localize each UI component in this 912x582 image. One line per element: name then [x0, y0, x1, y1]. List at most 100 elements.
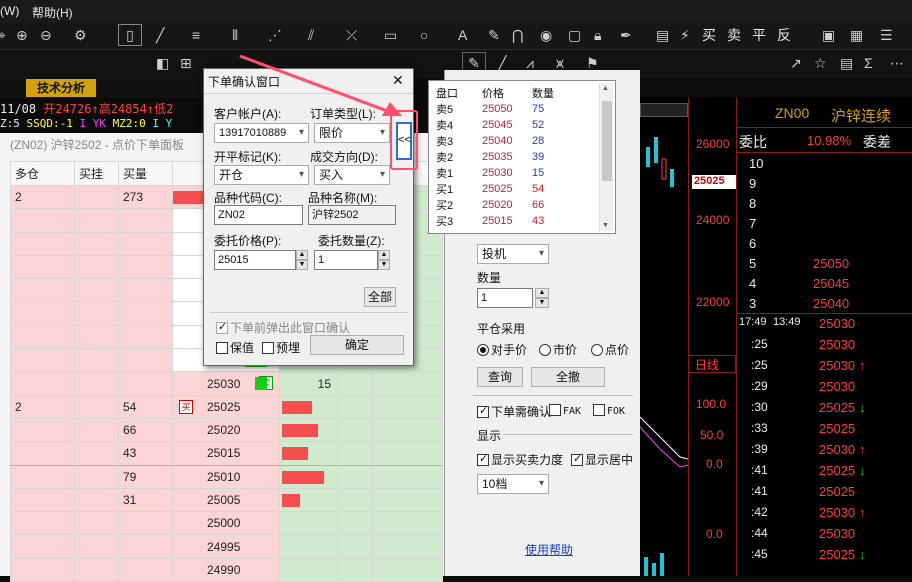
- depth-row[interactable]: 买2 25020 66: [433, 197, 579, 213]
- depth-row[interactable]: 卖2 25035 39: [433, 149, 579, 165]
- cell-sell-volume[interactable]: [279, 487, 338, 513]
- cell-buy-pending[interactable]: [74, 254, 119, 280]
- fak-checkbox[interactable]: FAK: [549, 403, 581, 417]
- cell-long[interactable]: [10, 464, 75, 489]
- cell-buy-pending[interactable]: [74, 534, 119, 559]
- window-icon[interactable]: ▣: [822, 25, 835, 45]
- confirm-needed-checkbox[interactable]: 下单需确认: [477, 403, 551, 420]
- cell-buy-pending[interactable]: [74, 348, 119, 373]
- cell-buy-pending[interactable]: [74, 371, 119, 396]
- cell-buy-pending[interactable]: [74, 511, 119, 536]
- help-link[interactable]: 使用帮助: [525, 541, 573, 558]
- line-tool-icon[interactable]: ╱: [156, 25, 164, 45]
- daily-label[interactable]: 日线: [688, 355, 736, 373]
- cell-short[interactable]: [372, 417, 443, 443]
- vlines-tool-icon[interactable]: ⦀: [232, 25, 238, 45]
- price-down-icon[interactable]: ▼: [296, 260, 308, 270]
- cell-sell-pending[interactable]: [337, 371, 373, 396]
- depth-row[interactable]: 买3 25015 43: [433, 213, 579, 229]
- cell-buy-volume[interactable]: [118, 324, 173, 350]
- reverse-button[interactable]: 反: [777, 25, 791, 45]
- cell-buy-volume[interactable]: [118, 511, 173, 536]
- brush-icon[interactable]: ✎: [488, 25, 500, 45]
- mouse-pointer-icon[interactable]: ▯: [118, 24, 142, 46]
- sell-button[interactable]: 卖: [727, 25, 741, 45]
- cell-short[interactable]: [372, 557, 443, 582]
- cell-sell-volume[interactable]: [279, 417, 338, 443]
- formula-icon[interactable]: Σ: [864, 53, 873, 73]
- table-icon[interactable]: ▤: [840, 53, 853, 73]
- quick-order-icon[interactable]: ⚡: [680, 25, 690, 45]
- fok-checkbox[interactable]: FOK: [593, 403, 625, 417]
- cell-long[interactable]: [10, 254, 75, 280]
- cell-price[interactable]: 25010: [172, 464, 280, 489]
- cell-buy-pending[interactable]: [74, 301, 119, 326]
- cross-line-icon[interactable]: ⤫: [346, 25, 357, 45]
- star-icon[interactable]: ☆: [814, 53, 827, 73]
- depth-row[interactable]: 卖4 25045 52: [433, 117, 579, 133]
- cell-short[interactable]: [372, 464, 443, 489]
- cell-long[interactable]: [10, 557, 75, 582]
- ladder-row[interactable]: 24995: [10, 534, 443, 559]
- cell-long[interactable]: [10, 371, 75, 396]
- cell-buy-pending[interactable]: [74, 278, 119, 303]
- cell-short[interactable]: [372, 394, 443, 419]
- cell-buy-pending[interactable]: [74, 394, 119, 419]
- cell-long[interactable]: [10, 511, 75, 536]
- parallel-tool-icon[interactable]: ⫽: [308, 25, 314, 45]
- cell-buy-pending[interactable]: [74, 417, 119, 443]
- rect-tool-icon[interactable]: ▭: [384, 25, 397, 45]
- radio-opponent-price[interactable]: 对手价: [477, 341, 527, 358]
- cell-sell-pending[interactable]: [337, 511, 373, 536]
- cell-buy-pending[interactable]: [74, 208, 119, 233]
- qty-input[interactable]: 1: [477, 288, 533, 308]
- cell-buy-volume[interactable]: [118, 231, 173, 256]
- text-tool-icon[interactable]: A: [458, 25, 467, 45]
- ladder-row[interactable]: 43 25015: [10, 441, 443, 466]
- chart-tool-icon[interactable]: ◧: [156, 53, 169, 73]
- cell-buy-pending[interactable]: [74, 231, 119, 256]
- cell-long[interactable]: [10, 441, 75, 466]
- cell-buy-volume[interactable]: [118, 254, 173, 280]
- cell-long[interactable]: 2: [10, 394, 75, 419]
- cell-short[interactable]: [372, 371, 443, 396]
- show-strength-checkbox[interactable]: 显示买卖力度: [477, 451, 563, 468]
- cell-long[interactable]: [10, 278, 75, 303]
- direction-select[interactable]: 买入 ▾: [314, 165, 390, 185]
- cell-sell-pending[interactable]: [337, 464, 373, 489]
- cell-buy-pending[interactable]: [74, 324, 119, 350]
- fib-tool-icon[interactable]: ≡: [192, 25, 200, 45]
- radio-point-price[interactable]: 点价: [591, 341, 629, 358]
- cell-buy-pending[interactable]: [74, 487, 119, 513]
- scroll-thumb[interactable]: [602, 101, 612, 181]
- flat-button[interactable]: 平: [752, 25, 766, 45]
- depth-scrollbar[interactable]: ▲ ▼: [599, 83, 613, 231]
- cell-buy-volume[interactable]: [118, 208, 173, 233]
- cell-buy-volume[interactable]: [118, 278, 173, 303]
- grid-tool-icon[interactable]: ⊞: [180, 53, 192, 73]
- cell-price[interactable]: 25020: [172, 417, 280, 443]
- cell-long[interactable]: [10, 208, 75, 233]
- code-input[interactable]: ZN02: [214, 205, 303, 225]
- cell-buy-volume[interactable]: [118, 557, 173, 582]
- ladder-row[interactable]: 25030卖15: [10, 371, 443, 396]
- list-icon[interactable]: ☰: [880, 25, 893, 45]
- price-up-icon[interactable]: ▲: [296, 250, 308, 260]
- cancel-all-button[interactable]: 全撤: [531, 367, 605, 387]
- cell-sell-volume[interactable]: [279, 534, 338, 559]
- scroll-up-icon[interactable]: ▲: [602, 85, 609, 92]
- cell-sell-volume[interactable]: [279, 464, 338, 489]
- cell-sell-pending[interactable]: [337, 441, 373, 466]
- cell-short[interactable]: [372, 441, 443, 466]
- cell-long[interactable]: [10, 301, 75, 326]
- qty-up-icon[interactable]: ▲: [378, 250, 390, 260]
- query-button[interactable]: 查询: [477, 367, 523, 387]
- cell-buy-pending[interactable]: [74, 557, 119, 582]
- levels-select[interactable]: 10档 ▾: [477, 474, 549, 494]
- depth-row[interactable]: 买1 25025 54: [433, 181, 579, 197]
- crosshair-icon[interactable]: ⌖: [0, 25, 6, 45]
- more-icon[interactable]: ⋯: [890, 53, 904, 73]
- cell-short[interactable]: [372, 511, 443, 536]
- cell-long[interactable]: [10, 231, 75, 256]
- cell-buy-pending[interactable]: [74, 184, 119, 210]
